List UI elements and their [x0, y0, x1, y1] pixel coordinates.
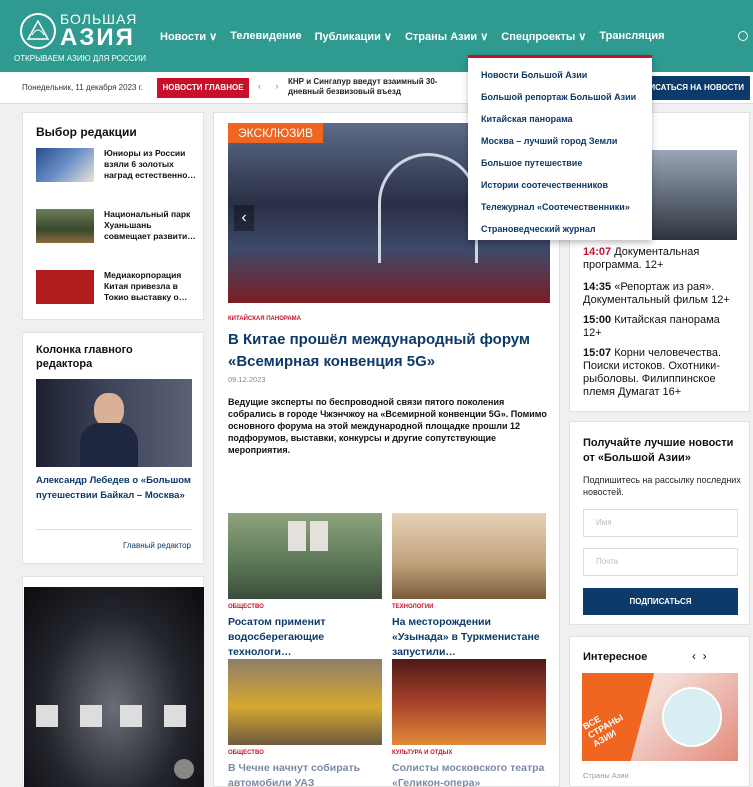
- newsletter-text: Подпишитесь на рассылку последних новост…: [583, 475, 741, 497]
- news-thumb-4[interactable]: [392, 659, 546, 745]
- news-2-title[interactable]: На месторождении «Узынада» в Туркмениста…: [392, 615, 548, 660]
- special-projects-dropdown: Новости Большой Азии Большой репортаж Бо…: [468, 55, 652, 240]
- news-3-title[interactable]: В Чечне начнут собирать автомобили УАЗ: [228, 761, 384, 787]
- news-thumb-1[interactable]: [228, 513, 382, 599]
- subscribe-news-button[interactable]: ИСАТЬСЯ НА НОВОСТИ: [644, 76, 750, 100]
- qr-code-3: [120, 705, 142, 727]
- editors-item-3[interactable]: Медиакорпорация Китая привезла в Токио в…: [104, 270, 199, 303]
- newsletter-title: Получайте лучшие новости от «Большой Ази…: [583, 437, 734, 464]
- nav-tv[interactable]: Телевидение: [230, 30, 301, 59]
- chief-editor-role[interactable]: Главный редактор: [123, 541, 191, 550]
- tv-time-3: 15:00: [583, 314, 612, 326]
- tv-item-3[interactable]: 15:00 Китайская панорама 12+: [583, 314, 741, 340]
- ticker-headline[interactable]: КНР и Сингапур введут взаимный 30-дневны…: [288, 77, 468, 97]
- asia-countries-banner[interactable]: ВСЕ СТРАНЫ АЗИИ: [582, 673, 738, 761]
- editors-thumb-1[interactable]: [36, 148, 94, 182]
- newsletter-email-input[interactable]: Почта: [583, 548, 738, 576]
- news-thumb-2[interactable]: [392, 513, 546, 599]
- exclusive-badge: ЭКСКЛЮЗИВ: [228, 123, 324, 143]
- logo-wordmark: БОЛЬШАЯ АЗИЯ: [60, 12, 137, 50]
- qr-code-4: [164, 705, 186, 727]
- tv-item-4[interactable]: 15:07 Корни человечества. Поиски истоков…: [583, 347, 741, 399]
- editors-item-2[interactable]: Национальный парк Хуаньшань совмещает ра…: [104, 209, 199, 242]
- chief-column-card: Колонка главного редактора Александр Леб…: [22, 332, 204, 564]
- news-1-title[interactable]: Росатом применит водосберегающие техноло…: [228, 615, 384, 660]
- search-icon[interactable]: [738, 31, 748, 41]
- chief-editor-photo[interactable]: [36, 379, 192, 467]
- slider-prev-button[interactable]: ‹: [234, 205, 254, 231]
- dropdown-item-2[interactable]: Большой репортаж Большой Азии: [481, 92, 636, 102]
- interesting-title: Интересное: [583, 651, 648, 663]
- news-1-category[interactable]: ОБЩЕСТВО: [228, 604, 264, 610]
- video-banner[interactable]: [24, 587, 204, 787]
- dropdown-item-5[interactable]: Большое путешествие: [481, 158, 582, 168]
- editors-item-1[interactable]: Юниоры из России взяли 6 золотых наград …: [104, 148, 199, 181]
- editors-thumb-3[interactable]: [36, 270, 94, 304]
- dropdown-item-1[interactable]: Новости Большой Азии: [481, 70, 587, 80]
- main-headline[interactable]: В Китае прошёл международный форум «Всем…: [228, 329, 550, 373]
- news-4-title[interactable]: Солисты московского театра «Геликон-опер…: [392, 761, 548, 787]
- nav-news[interactable]: Новости ∨: [160, 30, 217, 59]
- qr-code-1: [36, 705, 58, 727]
- news-4-category[interactable]: КУЛЬТУРА И ОТДЫХ: [392, 750, 452, 756]
- page: БОЛЬШАЯ АЗИЯ ОТКРЫВАЕМ АЗИЮ ДЛЯ РОССИИ Н…: [0, 0, 753, 787]
- dropdown-item-8[interactable]: Страноведческий журнал: [481, 224, 596, 234]
- dropdown-item-4[interactable]: Москва – лучший город Земли: [481, 136, 617, 146]
- site-logo[interactable]: БОЛЬШАЯ АЗИЯ: [20, 12, 137, 50]
- tv-item-1[interactable]: 14:07 Документальная программа. 12+: [583, 246, 741, 272]
- logo-emblem-icon: [20, 13, 56, 49]
- news-3-category[interactable]: ОБЩЕСТВО: [228, 750, 264, 756]
- newsletter-name-input[interactable]: Имя: [583, 509, 738, 537]
- news-2-category[interactable]: ТЕХНОЛОГИИ: [392, 604, 433, 610]
- tv-time-1: 14:07: [583, 246, 612, 258]
- logo-tagline: ОТКРЫВАЕМ АЗИЮ ДЛЯ РОССИИ: [13, 54, 147, 63]
- qr-code-2: [80, 705, 102, 727]
- chief-article-link[interactable]: Александр Лебедев о «Большом путешествии…: [36, 473, 192, 503]
- dropdown-item-3[interactable]: Китайская панорама: [481, 114, 573, 124]
- newsletter-subscribe-button[interactable]: ПОДПИСАТЬСЯ: [583, 588, 738, 615]
- video-banner-card: [22, 576, 204, 787]
- editors-choice-title: Выбор редакции: [36, 125, 137, 139]
- current-date: Понедельник, 11 декабря 2023 г.: [22, 83, 143, 92]
- main-category[interactable]: КИТАЙСКАЯ ПАНОРАМА: [228, 316, 301, 322]
- dropdown-item-6[interactable]: Истории соотечественников: [481, 180, 608, 190]
- tv-time-2: 14:35: [583, 281, 612, 293]
- chief-column-title: Колонка главного редактора: [36, 344, 133, 370]
- tv-time-4: 15:07: [583, 347, 612, 359]
- logo-line2: АЗИЯ: [60, 24, 135, 51]
- interesting-caption[interactable]: Страны Азии: [583, 771, 629, 780]
- editors-thumb-2[interactable]: [36, 209, 94, 243]
- interesting-arrows[interactable]: ‹ ›: [692, 649, 707, 663]
- news-thumb-3[interactable]: [228, 659, 382, 745]
- dropdown-item-7[interactable]: Тележурнал «Соотечественники»: [481, 202, 630, 212]
- interesting-card: Интересное ‹ › ВСЕ СТРАНЫ АЗИИ Страны Аз…: [569, 636, 750, 787]
- divider: [36, 529, 192, 530]
- editors-choice-card: Выбор редакции Юниоры из России взяли 6 …: [22, 112, 204, 320]
- ticker-arrows[interactable]: ‹ ›: [258, 81, 285, 91]
- play-icon[interactable]: [174, 759, 194, 779]
- globe-icon: [662, 687, 722, 747]
- newsletter-card: Получайте лучшие новости от «Большой Ази…: [569, 421, 750, 625]
- main-lead: Ведущие эксперты по беспроводной связи п…: [228, 397, 547, 455]
- ticker-badge: НОВОСТИ ГЛАВНОЕ: [157, 78, 249, 98]
- tv-item-2[interactable]: 14:35 «Репортаж из рая». Документальный …: [583, 281, 741, 307]
- image-arch: [378, 153, 478, 263]
- main-date: 09.12.2023: [228, 375, 266, 384]
- nav-publications[interactable]: Публикации ∨: [315, 30, 392, 59]
